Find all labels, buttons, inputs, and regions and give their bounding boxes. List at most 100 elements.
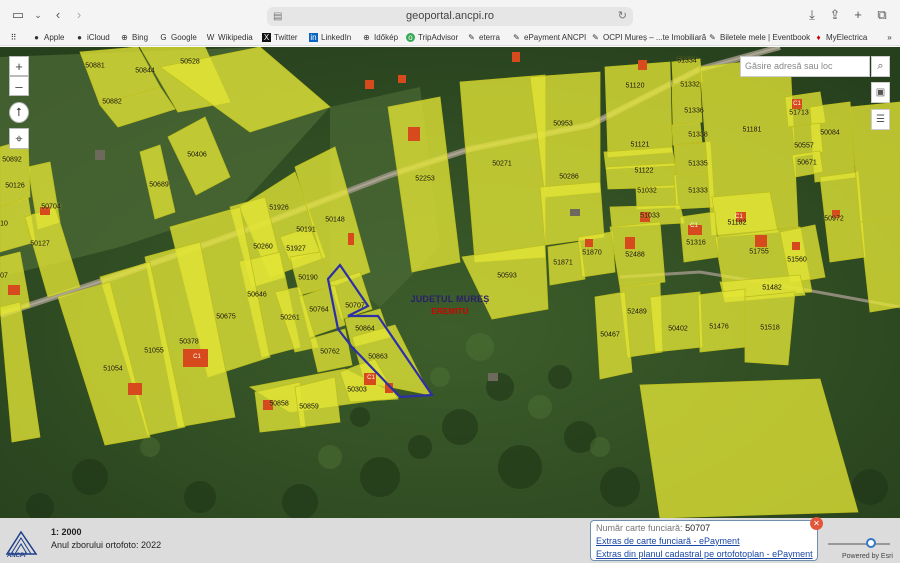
locate-button[interactable]: ⌖ <box>9 128 29 149</box>
basemap-button[interactable]: ▣ <box>871 82 890 103</box>
parcel-label[interactable]: 50864 <box>355 326 374 333</box>
parcel-label[interactable]: 50557 <box>794 143 813 150</box>
parcel-label[interactable]: 50764 <box>309 307 328 314</box>
zoom-in-button[interactable]: + <box>9 56 29 76</box>
parcel-label[interactable]: 50378 <box>179 339 198 346</box>
parcel-label[interactable]: 50260 <box>253 244 272 251</box>
fav-apple[interactable]: ● Apple <box>32 33 64 42</box>
address-bar[interactable]: ▤ geoportal.ancpi.ro ↻ <box>267 7 633 26</box>
parcel-label[interactable]: 50844 <box>135 68 154 75</box>
parcel-label[interactable]: 51713 <box>789 110 808 117</box>
reload-icon[interactable]: ↻ <box>618 7 627 26</box>
parcel-label[interactable]: 51033 <box>640 213 659 220</box>
parcel-label[interactable]: 50892 <box>2 157 21 164</box>
transparency-slider[interactable] <box>828 543 890 545</box>
fav-twitter[interactable]: X Twitter <box>262 33 298 42</box>
download-icon[interactable]: ⤓ <box>803 6 821 24</box>
parcel-label[interactable]: 52488 <box>625 252 644 259</box>
fav-google[interactable]: G Google <box>159 33 196 42</box>
fav-icloud[interactable]: ● iCloud <box>75 33 110 42</box>
parcel-label[interactable]: 51032 <box>637 188 656 195</box>
search-input[interactable]: Găsire adresă sau loc <box>740 56 870 77</box>
parcel-label[interactable]: 51871 <box>553 260 572 267</box>
parcel-label[interactable]: 51332 <box>680 82 699 89</box>
chevron-down-icon[interactable]: ⌄ <box>29 6 47 24</box>
parcel-label[interactable]: 51054 <box>103 366 122 373</box>
parcel-label[interactable]: 51338 <box>688 132 707 139</box>
parcel-label[interactable]: 50528 <box>180 59 199 66</box>
parcel-label[interactable]: 50406 <box>187 152 206 159</box>
parcel-label[interactable]: 51476 <box>709 324 728 331</box>
fav-linkedin[interactable]: in LinkedIn <box>309 33 351 42</box>
parcel-label[interactable]: 51482 <box>762 285 781 292</box>
parcel-label[interactable]: 50704 <box>41 204 60 211</box>
parcel-label[interactable]: 50707 <box>345 303 364 310</box>
parcel-label[interactable]: 51182 <box>728 220 747 227</box>
parcel-label[interactable]: 50972 <box>824 216 843 223</box>
parcel-label[interactable]: 50881 <box>85 63 104 70</box>
share-icon[interactable]: ⇪ <box>826 6 844 24</box>
parcel-label[interactable]: 50402 <box>668 326 687 333</box>
grid-icon[interactable]: ⠿ <box>9 33 18 42</box>
parcel-label[interactable]: 07 <box>0 273 8 280</box>
parcel-label[interactable]: 51335 <box>688 161 707 168</box>
new-tab-icon[interactable]: + <box>849 6 867 24</box>
fav-epayment[interactable]: ✎ ePayment ANCPI <box>512 33 586 42</box>
parcel-label[interactable]: 50127 <box>30 241 49 248</box>
close-popup-button[interactable]: ✕ <box>810 517 823 530</box>
parcel-label[interactable]: 52489 <box>627 309 646 316</box>
parcel-label[interactable]: 50467 <box>600 332 619 339</box>
parcel-label[interactable]: 52253 <box>415 176 434 183</box>
parcel-label[interactable]: 50190 <box>298 275 317 282</box>
parcel-label[interactable]: 50593 <box>497 273 516 280</box>
fav-wikipedia[interactable]: W Wikipedia <box>206 33 253 42</box>
parcel-label[interactable]: 50646 <box>247 292 266 299</box>
carte-funciara-link[interactable]: Extras de carte funciară - ePayment <box>596 535 812 548</box>
fav-bing[interactable]: ⊕ Bing <box>120 33 148 42</box>
zoom-out-button[interactable]: – <box>9 76 29 96</box>
parcel-label[interactable]: 51755 <box>749 249 768 256</box>
search-button[interactable]: ⌕ <box>871 56 890 77</box>
tabs-overview-icon[interactable]: ⧉ <box>873 6 891 24</box>
fav-myelectrica[interactable]: ♦ MyElectrica <box>814 33 867 42</box>
fav-eterra[interactable]: ✎ eterra <box>467 33 500 42</box>
parcel-label[interactable]: 50191 <box>296 227 315 234</box>
back-icon[interactable]: ‹ <box>49 6 67 24</box>
parcel-label[interactable]: 51927 <box>286 246 305 253</box>
fav-eventbook[interactable]: ✎ Biletele mele | Eventbook <box>708 33 810 42</box>
parcel-label[interactable]: 51926 <box>269 205 288 212</box>
fav-tripadvisor[interactable]: o TripAdvisor <box>406 33 458 42</box>
forward-icon[interactable]: › <box>70 6 88 24</box>
fav-idokep[interactable]: ⊕ Időkép <box>362 33 398 42</box>
parcel-label[interactable]: 50126 <box>5 183 24 190</box>
parcel-label[interactable]: 50261 <box>280 315 299 322</box>
cadastral-plan-link[interactable]: Extras din planul cadastral pe ortofotop… <box>596 548 813 561</box>
map-view[interactable]: 50881 50844 50528 50882 50406 50689 5089… <box>0 47 900 518</box>
fav-ocpi[interactable]: ✎ OCPI Mureș – ...te Imobiliară <box>591 33 706 42</box>
parcel-label[interactable]: 51122 <box>635 168 654 175</box>
parcel-label[interactable]: 51316 <box>686 240 705 247</box>
parcel-label[interactable]: 51181 <box>743 127 762 134</box>
parcel-label[interactable]: 51560 <box>787 257 806 264</box>
parcel-label[interactable]: 51120 <box>626 83 645 90</box>
parcel-label[interactable]: 51333 <box>688 188 707 195</box>
parcel-label[interactable]: 50859 <box>299 404 318 411</box>
parcel-label[interactable]: 51518 <box>760 325 779 332</box>
sidebar-icon[interactable]: ▭ <box>9 6 27 24</box>
parcel-label[interactable]: 50863 <box>368 354 387 361</box>
compass-button[interactable]: ⭡ <box>9 102 29 123</box>
parcel-label[interactable]: 50148 <box>325 217 344 224</box>
more-favorites-icon[interactable]: » <box>885 33 894 42</box>
parcel-label[interactable]: 50084 <box>820 130 839 137</box>
parcel-label[interactable]: 51121 <box>631 142 650 149</box>
parcel-label[interactable]: 50271 <box>492 161 511 168</box>
legend-button[interactable]: ☰ <box>871 109 890 130</box>
parcel-label[interactable]: 50689 <box>149 182 168 189</box>
parcel-label[interactable]: 50286 <box>559 174 578 181</box>
parcel-label[interactable]: 51055 <box>144 348 163 355</box>
parcel-label[interactable]: 50671 <box>797 160 816 167</box>
parcel-label[interactable]: 50858 <box>269 401 288 408</box>
parcel-label[interactable]: 50953 <box>553 121 572 128</box>
parcel-label[interactable]: 51334 <box>677 58 696 65</box>
parcel-label[interactable]: 50303 <box>347 387 366 394</box>
